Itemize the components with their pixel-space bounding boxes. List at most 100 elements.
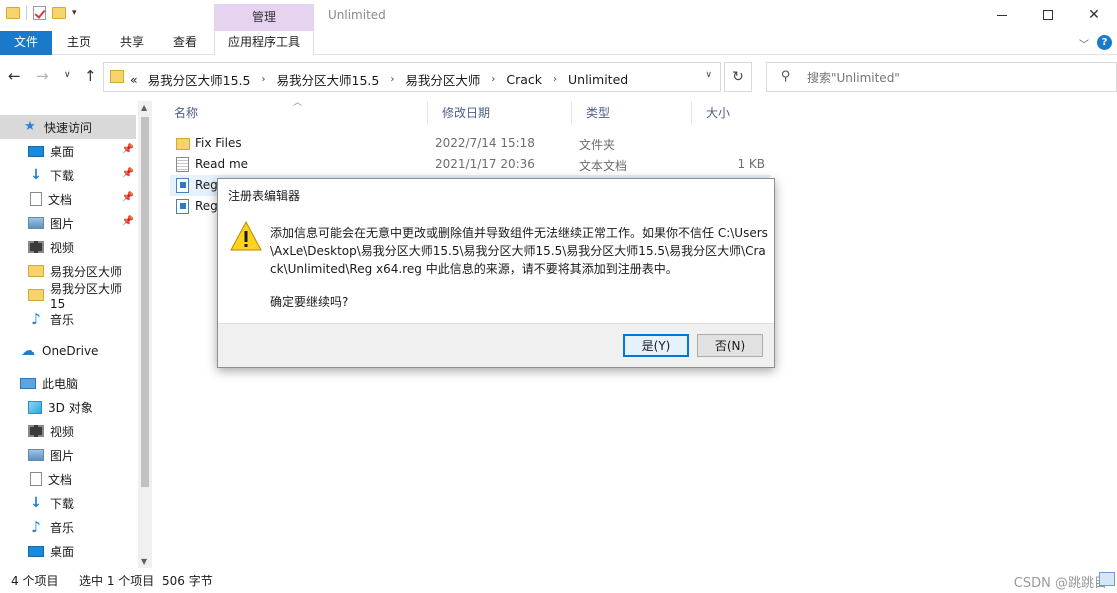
sidebar-item-3d-objects[interactable]: 3D 对象 — [0, 395, 136, 419]
no-button[interactable]: 否(N) — [697, 334, 763, 357]
file-size: 1 KB — [737, 157, 765, 171]
sidebar-item-label: 图片 — [50, 448, 75, 463]
desktop-icon — [28, 545, 44, 557]
file-name: Read me — [195, 157, 249, 171]
recent-locations-icon[interactable]: ∨ — [64, 70, 71, 80]
tab-view[interactable]: 查看 — [164, 31, 206, 55]
sidebar-item-this-pc[interactable]: 此电脑 — [0, 371, 136, 395]
chevron-right-icon[interactable]: › — [491, 74, 495, 85]
sidebar-item-pictures[interactable]: 图片 📌 — [0, 211, 136, 235]
folder-icon — [176, 138, 190, 150]
forward-arrow-icon[interactable]: → — [36, 67, 49, 85]
column-header-name[interactable]: 名称 — [160, 101, 428, 125]
breadcrumb-item[interactable]: Unlimited — [568, 72, 628, 87]
address-bar[interactable]: « 易我分区大师15.5 › 易我分区大师15.5 › 易我分区大师 › Cra… — [103, 62, 721, 92]
search-box[interactable]: ⚲ — [766, 62, 1117, 92]
tab-application-tools[interactable]: 应用程序工具 — [214, 31, 314, 55]
computer-icon — [20, 377, 36, 389]
registry-file-icon — [176, 199, 189, 214]
chevron-right-icon[interactable]: › — [553, 74, 557, 85]
tab-share[interactable]: 共享 — [112, 31, 152, 55]
breadcrumb-item[interactable]: 易我分区大师15.5 — [277, 70, 380, 89]
close-icon: ✕ — [1088, 7, 1100, 23]
sidebar-item-label: 下载 — [50, 168, 75, 183]
help-icon[interactable]: ? — [1097, 35, 1112, 50]
music-icon: ♪ — [31, 518, 41, 536]
sidebar-item-label: 桌面 — [50, 144, 75, 159]
tab-file[interactable]: 文件 — [0, 31, 52, 55]
column-header-type[interactable]: 类型 — [572, 101, 692, 125]
chevron-down-icon[interactable]: ﹀ — [1079, 36, 1089, 51]
file-type: 文本文档 — [579, 159, 628, 173]
file-row[interactable]: Read me 2021/1/17 20:36 文本文档 1 KB — [170, 154, 770, 175]
breadcrumb-item[interactable]: Crack — [506, 72, 542, 87]
quick-access-toolbar: ▾ — [6, 6, 77, 20]
sidebar-item-label: 3D 对象 — [48, 400, 93, 415]
navigation-bar: ← → ∨ ↑ « 易我分区大师15.5 › 易我分区大师15.5 › 易我分区… — [0, 55, 1117, 101]
file-type: 文件夹 — [579, 138, 616, 152]
tab-home[interactable]: 主页 — [58, 31, 100, 55]
yes-button[interactable]: 是(Y) — [623, 334, 689, 357]
breadcrumb: « 易我分区大师15.5 › 易我分区大师15.5 › 易我分区大师 › Cra… — [130, 70, 628, 89]
navigation-pane: ★ 快速访问 桌面 📌 ↓ 下载 📌 文档 📌 图片 📌 视频 易我分区大师 易… — [0, 101, 152, 568]
pin-icon[interactable]: 📌 — [122, 168, 134, 179]
registry-file-icon — [176, 178, 189, 193]
window-title: Unlimited — [328, 8, 386, 22]
sidebar-item-downloads[interactable]: ↓ 下载 — [0, 491, 136, 515]
pin-icon[interactable]: 📌 — [122, 144, 134, 155]
sidebar-item-documents[interactable]: 文档 📌 — [0, 187, 136, 211]
sidebar-item-videos[interactable]: 视频 — [0, 235, 136, 259]
sidebar-item-desktop[interactable]: 桌面 — [0, 539, 136, 563]
sidebar-item-desktop[interactable]: 桌面 📌 — [0, 139, 136, 163]
sidebar-item-folder[interactable]: 易我分区大师15 — [0, 282, 136, 311]
column-header-date[interactable]: 修改日期 — [428, 101, 572, 125]
contextual-tab-manage[interactable]: 管理 — [214, 4, 314, 31]
pin-icon[interactable]: 📌 — [122, 192, 134, 203]
customize-toolbar-icon[interactable]: ▾ — [72, 8, 77, 18]
back-arrow-icon[interactable]: ← — [8, 67, 21, 85]
column-header-size[interactable]: 大小 — [692, 101, 772, 125]
sidebar-item-downloads[interactable]: ↓ 下载 📌 — [0, 163, 136, 187]
breadcrumb-item[interactable]: 易我分区大师15.5 — [148, 70, 251, 89]
search-input[interactable] — [807, 69, 1097, 87]
refresh-button[interactable]: ↻ — [724, 62, 752, 92]
minimize-button[interactable] — [979, 0, 1025, 30]
refresh-icon: ↻ — [732, 69, 744, 85]
scroll-up-icon[interactable]: ▲ — [141, 103, 147, 112]
sidebar-item-label: 文档 — [48, 472, 73, 487]
close-button[interactable]: ✕ — [1071, 0, 1117, 30]
sidebar-item-label: 音乐 — [50, 520, 75, 535]
sidebar-item-pictures[interactable]: 图片 — [0, 443, 136, 467]
minimize-icon — [997, 14, 1007, 16]
video-icon — [28, 241, 44, 253]
folder-icon[interactable] — [6, 7, 20, 19]
maximize-button[interactable] — [1025, 0, 1071, 30]
dialog-button-bar: 是(Y) 否(N) — [218, 323, 774, 367]
registry-editor-dialog: 注册表编辑器 添加信息可能会在无意中更改或删除值并导致组件无法继续正常工作。如果… — [217, 178, 775, 368]
chevron-right-icon[interactable]: › — [390, 74, 394, 85]
sidebar-item-label: 视频 — [50, 424, 75, 439]
pin-icon[interactable]: 📌 — [122, 216, 134, 227]
maximize-icon — [1043, 10, 1053, 20]
sidebar-item-documents[interactable]: 文档 — [0, 467, 136, 491]
sidebar-scrollbar[interactable]: ▲ ▼ — [138, 101, 152, 568]
details-view-icon[interactable] — [1099, 572, 1115, 586]
sidebar-item-onedrive[interactable]: ☁ OneDrive — [0, 339, 136, 363]
new-folder-icon[interactable] — [52, 7, 66, 19]
properties-icon[interactable] — [33, 6, 46, 20]
sidebar-item-quick-access[interactable]: ★ 快速访问 — [0, 115, 136, 139]
breadcrumb-overflow[interactable]: « — [130, 72, 138, 87]
scrollbar-thumb[interactable] — [141, 117, 149, 487]
chevron-down-icon[interactable]: ∨ — [705, 70, 712, 80]
scroll-down-icon[interactable]: ▼ — [141, 557, 147, 566]
sidebar-item-label: 桌面 — [50, 544, 75, 559]
sidebar-item-music[interactable]: ♪ 音乐 — [0, 307, 136, 331]
chevron-right-icon[interactable]: › — [262, 74, 266, 85]
sidebar-item-music[interactable]: ♪ 音乐 — [0, 515, 136, 539]
up-arrow-icon[interactable]: ↑ — [84, 67, 97, 85]
cloud-icon: ☁ — [21, 343, 35, 359]
sidebar-item-videos[interactable]: 视频 — [0, 419, 136, 443]
breadcrumb-item[interactable]: 易我分区大师 — [405, 70, 480, 89]
sidebar-item-label: 此电脑 — [42, 376, 79, 391]
file-row[interactable]: Fix Files 2022/7/14 15:18 文件夹 — [170, 133, 770, 154]
